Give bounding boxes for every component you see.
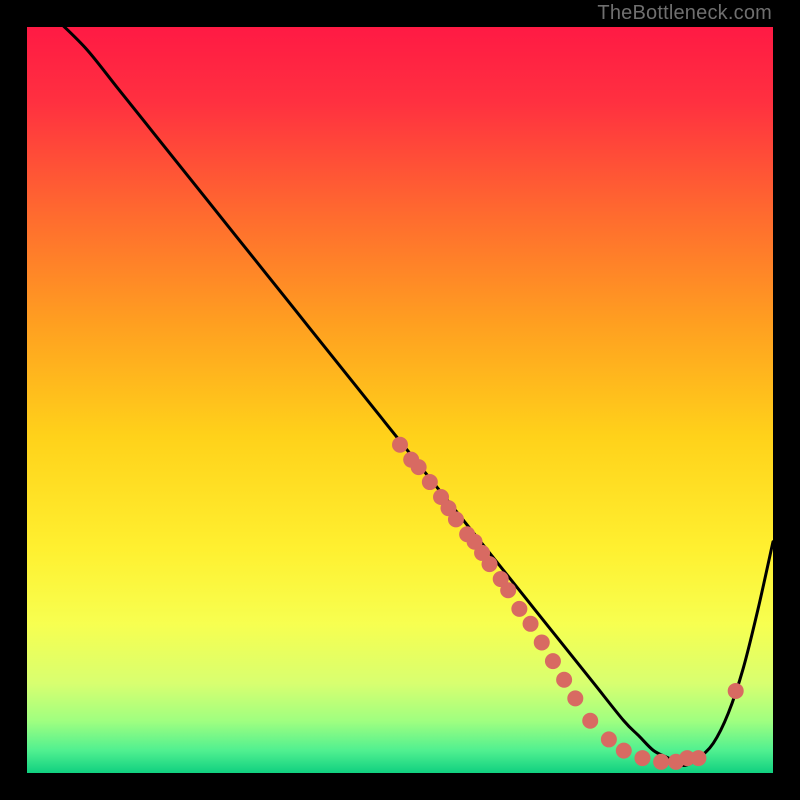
data-point [392, 437, 408, 453]
data-point [728, 683, 744, 699]
data-point [523, 616, 539, 632]
data-point [556, 672, 572, 688]
plot-background [27, 27, 773, 773]
plot-svg [27, 27, 773, 773]
data-point [616, 743, 632, 759]
data-point [545, 653, 561, 669]
data-point [411, 459, 427, 475]
data-point [582, 713, 598, 729]
data-point [422, 474, 438, 490]
watermark-text: TheBottleneck.com [597, 2, 772, 25]
data-point [690, 750, 706, 766]
chart-stage: TheBottleneck.com [0, 0, 800, 800]
data-point [601, 731, 617, 747]
data-point [511, 601, 527, 617]
data-point [534, 634, 550, 650]
data-point [634, 750, 650, 766]
data-point [482, 556, 498, 572]
data-point [448, 511, 464, 527]
plot-area [27, 27, 773, 773]
data-point [500, 582, 516, 598]
data-point [653, 754, 669, 770]
data-point [567, 690, 583, 706]
